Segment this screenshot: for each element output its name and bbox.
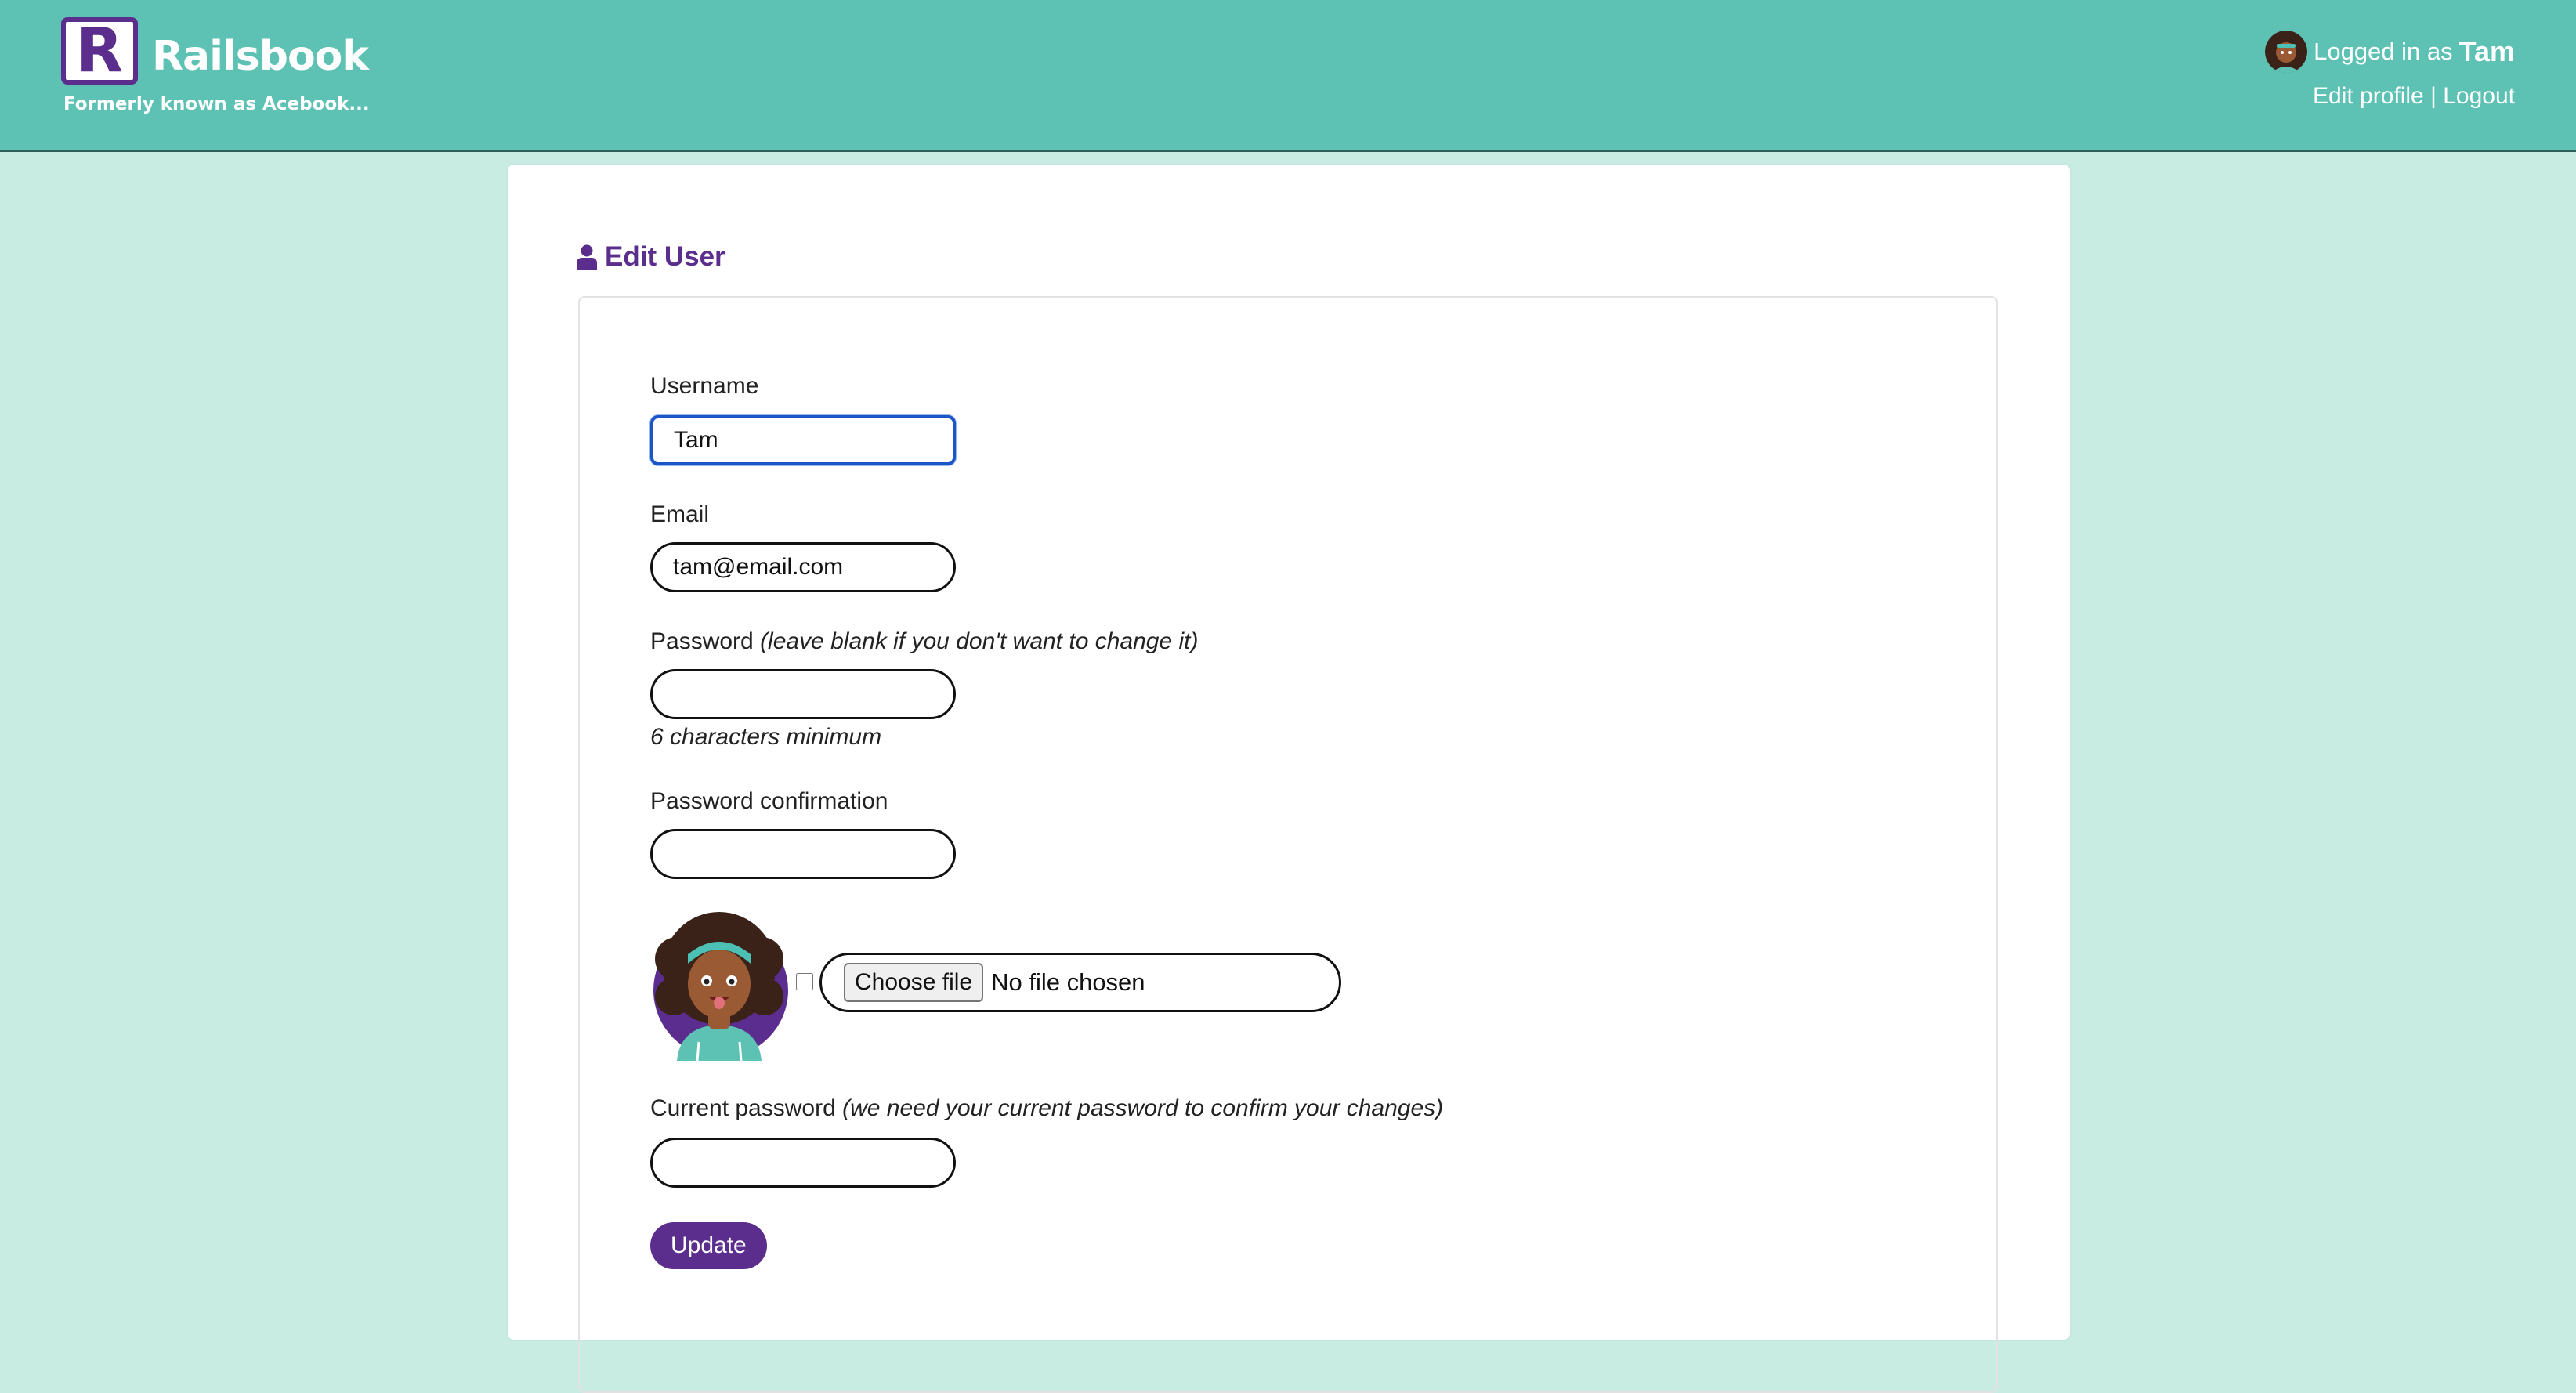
logged-in-label: Logged in as	[2314, 38, 2453, 65]
current-password-label: Current password (we need your current p…	[650, 1095, 1443, 1122]
user-avatar-icon	[2265, 31, 2308, 73]
logo[interactable]: R	[61, 17, 138, 85]
password-label-note: (leave blank if you don't want to change…	[760, 628, 1199, 654]
current-password-input[interactable]	[650, 1138, 956, 1188]
main-card: Edit User Username Email Password (leave…	[508, 165, 2070, 1393]
top-navbar: R Railsbook Formerly known as Acebook...…	[0, 0, 2576, 152]
file-status-text: No file chosen	[991, 968, 1145, 996]
edit-user-form: Username Email Password (leave blank if …	[578, 296, 1998, 1393]
logged-in-username: Tam	[2458, 35, 2515, 67]
current-password-label-note: (we need your current password to confir…	[842, 1095, 1444, 1121]
user-icon	[577, 244, 597, 270]
username-label: Username	[650, 373, 759, 399]
remove-avatar-checkbox[interactable]	[796, 973, 813, 990]
logged-in-status: Logged in as Tam	[2265, 30, 2515, 74]
brand-name[interactable]: Railsbook	[152, 36, 369, 77]
user-menu: Logged in as Tam Edit profile | Logout	[2265, 30, 2515, 110]
password-input[interactable]	[650, 669, 956, 719]
page-title-text: Edit User	[605, 241, 725, 272]
brand-tagline: Formerly known as Acebook...	[63, 94, 370, 114]
update-button[interactable]: Update	[650, 1222, 767, 1269]
avatar-file-input[interactable]: Choose file No file chosen	[819, 953, 1341, 1012]
link-separator: |	[2430, 83, 2437, 109]
email-input[interactable]	[650, 542, 956, 592]
password-label: Password (leave blank if you don't want …	[650, 628, 1198, 655]
avatar-image	[653, 912, 788, 1061]
edit-profile-link[interactable]: Edit profile	[2313, 83, 2424, 109]
password-label-text: Password	[650, 628, 754, 654]
password-confirmation-label: Password confirmation	[650, 788, 888, 814]
logout-link[interactable]: Logout	[2443, 83, 2515, 109]
password-confirmation-input[interactable]	[650, 829, 956, 879]
password-hint: 6 characters minimum	[650, 724, 882, 750]
logo-letter: R	[75, 16, 124, 86]
choose-file-button[interactable]: Choose file	[844, 963, 984, 1002]
username-input[interactable]	[650, 415, 956, 465]
email-label: Email	[650, 501, 710, 527]
user-links: Edit profile | Logout	[2265, 83, 2515, 110]
current-password-label-text: Current password	[650, 1095, 836, 1121]
page-title: Edit User	[577, 241, 725, 273]
